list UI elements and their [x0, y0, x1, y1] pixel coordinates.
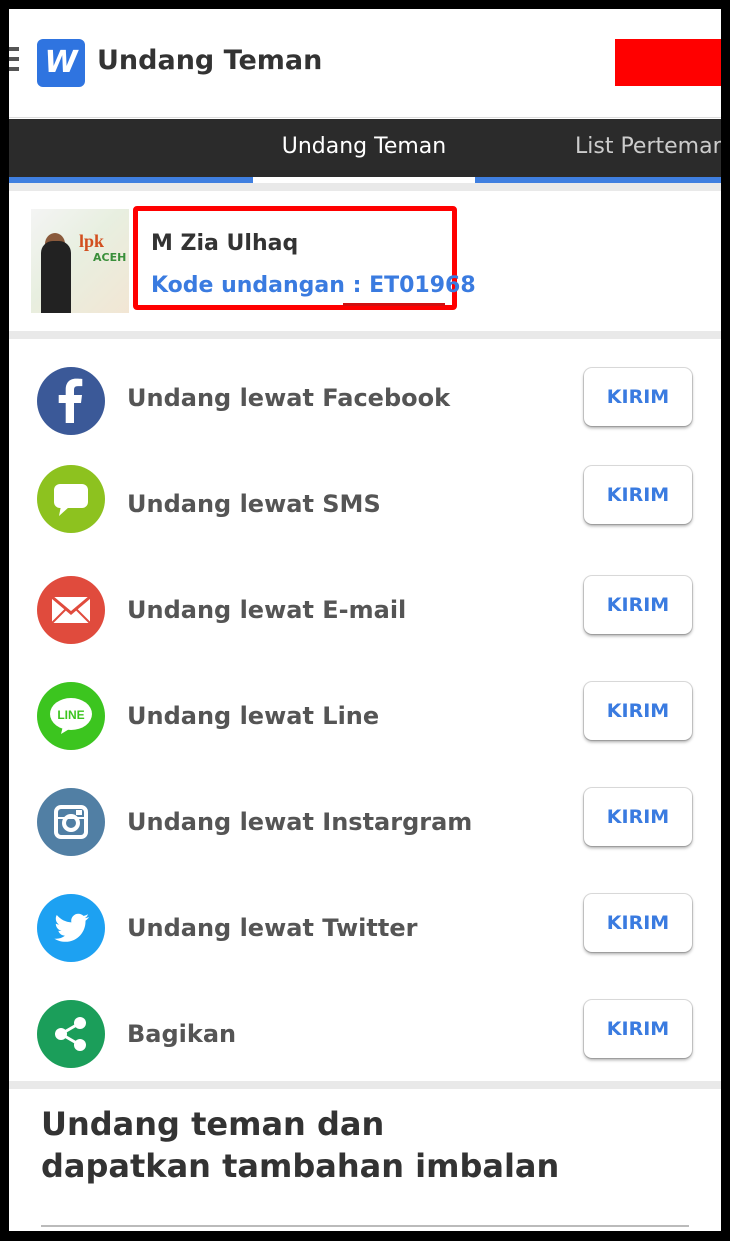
facebook-icon: [37, 367, 105, 435]
divider: [9, 331, 721, 339]
invite-option-label: Bagikan: [127, 1020, 237, 1048]
list-item: Undang lewat Twitter KIRIM: [9, 869, 721, 975]
tab-undang-teman[interactable]: Undang Teman: [253, 119, 475, 183]
divider: [9, 1081, 721, 1089]
invite-option-label: Undang lewat Twitter: [127, 914, 418, 942]
list-item: Undang lewat SMS KIRIM: [9, 445, 721, 551]
email-icon: [37, 576, 105, 644]
promo-card: Undang teman dan dapatkan tambahan imbal…: [9, 1089, 721, 1231]
app-screen: W Undang Teman Undang Teman List Pertema…: [9, 9, 721, 1231]
invite-option-label: Undang lewat Line: [127, 702, 380, 730]
menu-icon[interactable]: [9, 47, 19, 77]
code-underline: [343, 303, 445, 306]
divider: [41, 1225, 689, 1227]
kirim-share-button[interactable]: KIRIM: [584, 1000, 692, 1058]
invite-option-label: Undang lewat Facebook: [127, 384, 451, 412]
tab-label: List Perteman: [575, 134, 721, 159]
invite-code: Kode undangan : ET01968: [151, 273, 476, 298]
tab-label: Undang Teman: [281, 134, 447, 159]
instagram-icon: [37, 788, 105, 856]
redacted-area: [615, 39, 721, 86]
promo-heading: Undang teman dan dapatkan tambahan imbal…: [41, 1103, 559, 1187]
divider: [9, 183, 721, 191]
twitter-icon: [37, 894, 105, 962]
invite-code-label: Kode undangan :: [151, 273, 370, 298]
invite-option-label: Undang lewat E-mail: [127, 596, 407, 624]
promo-line-1: Undang teman dan: [41, 1105, 385, 1143]
list-item: LINE Undang lewat Line KIRIM: [9, 657, 721, 763]
app-logo: W: [37, 39, 85, 87]
tab-bar: Undang Teman List Perteman: [9, 119, 721, 183]
app-bar: W Undang Teman: [9, 9, 721, 118]
avatar: lpk ACEH: [31, 209, 129, 313]
list-item: Undang lewat Instargram KIRIM: [9, 763, 721, 869]
share-icon: [37, 1000, 105, 1068]
tab-list-perteman[interactable]: List Perteman: [575, 119, 721, 183]
invite-option-label: Undang lewat Instargram: [127, 808, 473, 836]
list-item: Bagikan KIRIM: [9, 975, 721, 1081]
kirim-twitter-button[interactable]: KIRIM: [584, 894, 692, 952]
profile-name: M Zia Ulhaq: [151, 231, 299, 256]
invite-code-value: ET01968: [369, 273, 476, 298]
sms-icon: [37, 465, 105, 533]
kirim-instagram-button[interactable]: KIRIM: [584, 788, 692, 846]
invite-option-label: Undang lewat SMS: [127, 490, 381, 518]
list-item: Undang lewat Facebook KIRIM: [9, 339, 721, 445]
line-icon: LINE: [37, 682, 105, 750]
kirim-email-button[interactable]: KIRIM: [584, 576, 692, 634]
page-title: Undang Teman: [97, 45, 323, 76]
svg-text:LINE: LINE: [57, 708, 84, 722]
promo-line-2: dapatkan tambahan imbalan: [41, 1147, 560, 1185]
kirim-facebook-button[interactable]: KIRIM: [584, 368, 692, 426]
list-item: Undang lewat E-mail KIRIM: [9, 551, 721, 657]
kirim-sms-button[interactable]: KIRIM: [584, 466, 692, 524]
invite-list: Undang lewat Facebook KIRIM Undang lewat…: [9, 339, 721, 1081]
profile-card: lpk ACEH M Zia Ulhaq Kode undangan : ET0…: [9, 191, 721, 331]
kirim-line-button[interactable]: KIRIM: [584, 682, 692, 740]
